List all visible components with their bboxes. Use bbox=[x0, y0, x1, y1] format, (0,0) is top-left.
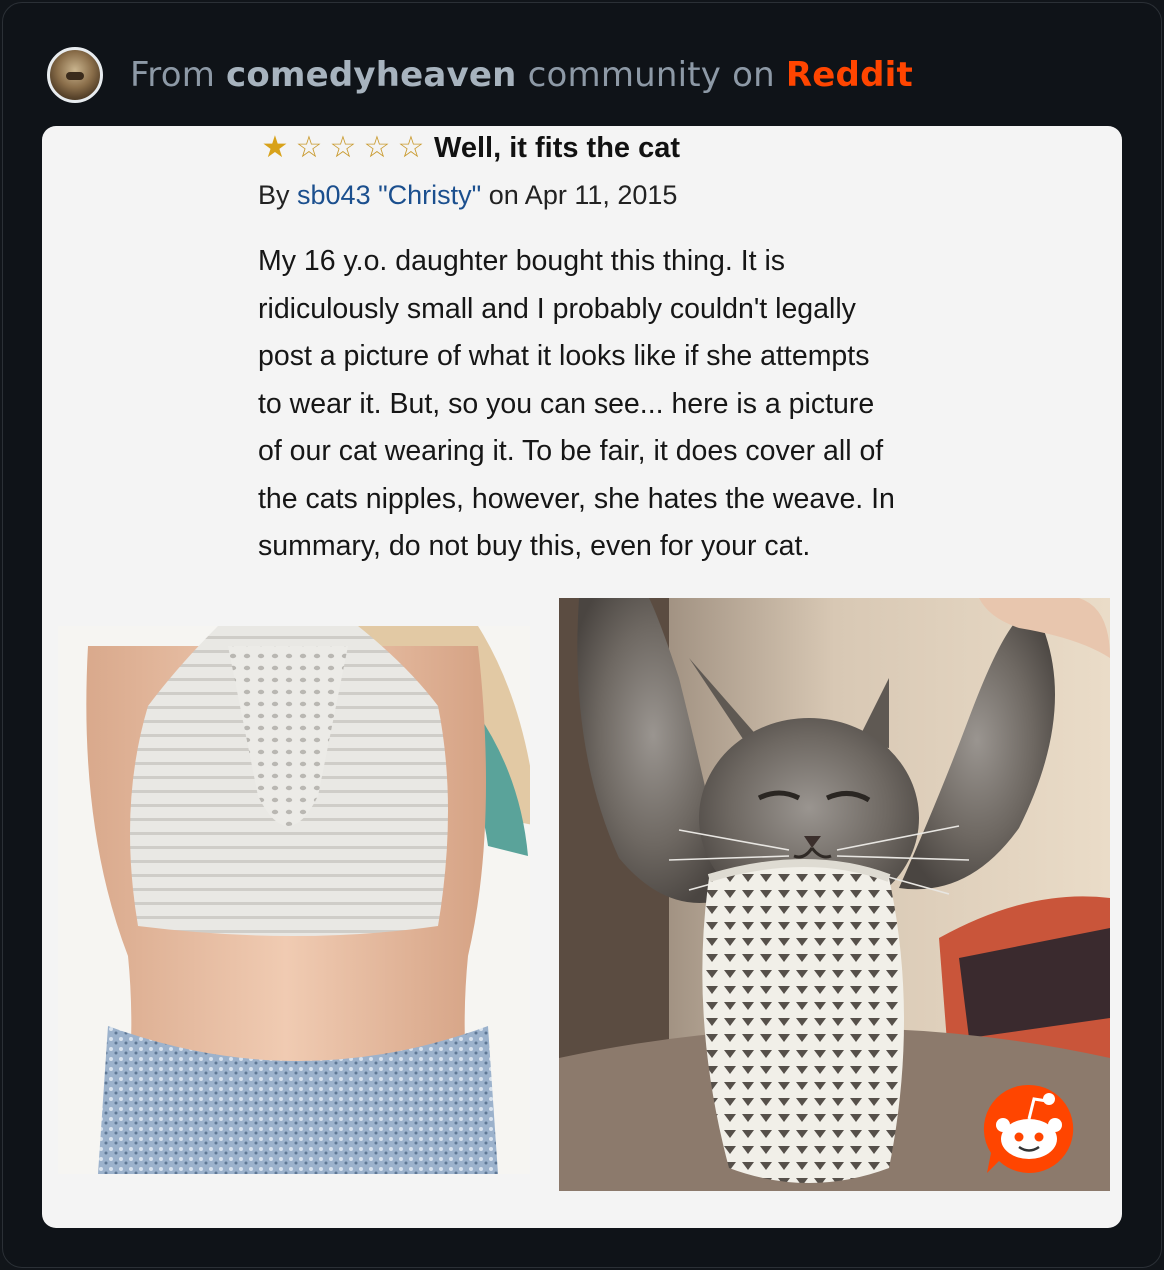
platform-name[interactable]: Reddit bbox=[786, 55, 913, 95]
star-empty-icon: ☆ bbox=[329, 130, 357, 165]
post-image-card: ★ ☆ ☆ ☆ ☆ Well, it fits the cat By sb043 "Ch… bbox=[42, 126, 1122, 1228]
star-rating: ★ ☆ ☆ ☆ ☆ bbox=[258, 133, 428, 163]
review-author-link[interactable]: sb043 "Christy" bbox=[297, 180, 481, 210]
review-byline: By sb043 "Christy" on Apr 11, 2015 bbox=[258, 180, 677, 211]
post-header: From comedyheaven community on Reddit bbox=[47, 47, 913, 103]
source-line: From comedyheaven community on Reddit bbox=[130, 55, 913, 95]
product-photo-person bbox=[58, 626, 530, 1174]
review-body-line: the cats nipples, however, she hates the… bbox=[258, 482, 895, 515]
star-filled-icon: ★ bbox=[261, 130, 289, 165]
star-empty-icon: ☆ bbox=[295, 130, 323, 165]
source-prefix: From bbox=[130, 55, 227, 95]
star-empty-icon: ☆ bbox=[363, 130, 391, 165]
review-body-line: post a picture of what it looks like if … bbox=[258, 340, 870, 372]
review-body: My 16 y.o. daughter bought this thing. I… bbox=[258, 238, 1018, 571]
review-title: Well, it fits the cat bbox=[434, 131, 681, 164]
community-avatar[interactable] bbox=[47, 47, 103, 103]
review-title-row: ★ ☆ ☆ ☆ ☆ Well, it fits the cat bbox=[258, 128, 680, 168]
review-body-line: My 16 y.o. daughter bought this thing. I… bbox=[258, 245, 786, 277]
source-middle: community on bbox=[516, 55, 786, 95]
star-empty-icon: ☆ bbox=[397, 130, 425, 165]
review-date: on Apr 11, 2015 bbox=[481, 180, 678, 210]
byline-prefix: By bbox=[258, 180, 298, 210]
review-body-line: of our cat wearing it. To be fair, it do… bbox=[258, 435, 884, 467]
reddit-snoo-icon bbox=[981, 1081, 1077, 1177]
community-name[interactable]: comedyheaven bbox=[226, 55, 517, 95]
review-body-line: to wear it. But, so you can see... here … bbox=[258, 387, 875, 420]
review-body-line: summary, do not buy this, even for your … bbox=[258, 530, 811, 562]
review-body-line: ridiculously small and I probably couldn… bbox=[258, 292, 856, 325]
